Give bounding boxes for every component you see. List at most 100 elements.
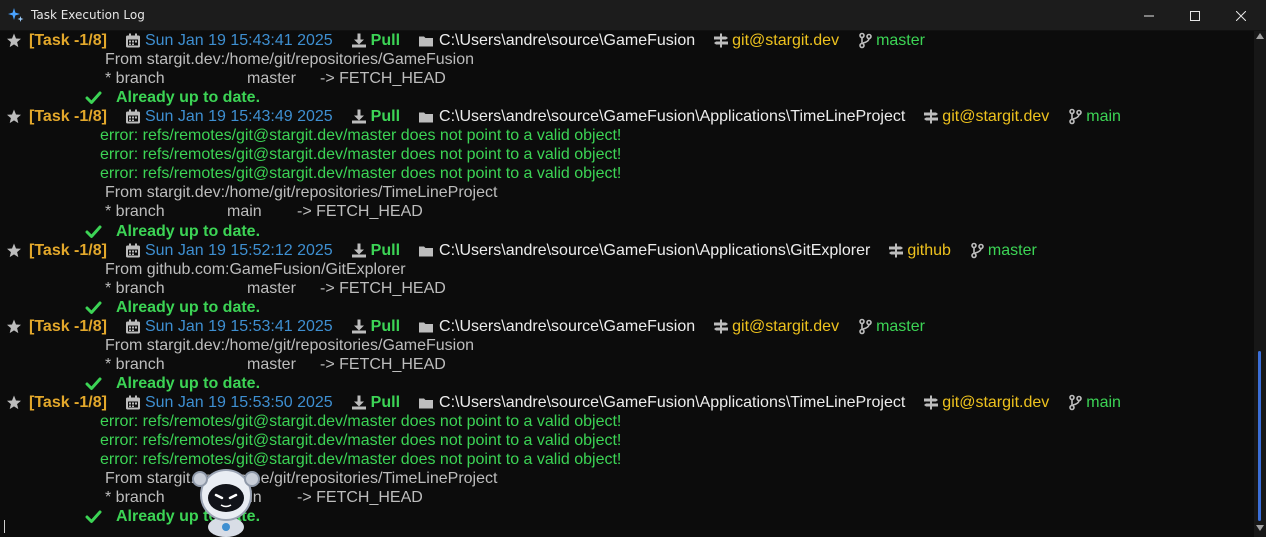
output-line: From stargit.dev:/home/git/repositories/… — [105, 469, 497, 488]
task-action: Pull — [370, 317, 401, 335]
output-text: From stargit.dev:/home/git/repositories/… — [105, 51, 475, 69]
signpost-icon — [924, 395, 939, 410]
signpost-icon — [714, 319, 729, 334]
ref-name: main — [227, 203, 262, 221]
ref-label: * branch — [105, 355, 165, 373]
git-remote: git@stargit.dev — [732, 317, 840, 335]
ref-name: master — [247, 279, 296, 297]
repo-path: C:\Users\andre\source\GameFusion — [439, 317, 696, 335]
error-text: error: refs/remotes/git@stargit.dev/mast… — [100, 413, 622, 430]
ref-label: * branch — [105, 203, 165, 221]
task-date: Sun Jan 19 15:52:12 2025 — [144, 241, 333, 259]
task-date: Sun Jan 19 15:43:49 2025 — [144, 108, 333, 126]
output-text: From github.com:GameFusion/GitExplorer — [105, 260, 406, 278]
check-icon — [85, 91, 102, 105]
task-action: Pull — [370, 32, 401, 49]
task-header-row[interactable]: [Task -1/8] Sun Jan 19 15:43:41 2025 Pull C… — [5, 31, 925, 50]
git-branch: main — [1086, 393, 1121, 411]
scroll-up-arrow-icon[interactable] — [1256, 33, 1264, 39]
success-text: Already up to date. — [116, 89, 261, 107]
scroll-thumb[interactable] — [1258, 351, 1261, 521]
astronaut-mascot-icon — [192, 469, 260, 537]
error-line: error: refs/remotes/git@stargit.dev/mast… — [100, 145, 621, 164]
calendar-icon — [125, 395, 140, 410]
success-line: Already up to date. — [84, 88, 260, 107]
calendar-icon — [125, 319, 140, 334]
error-line: error: refs/remotes/git@stargit.dev/mast… — [100, 431, 621, 450]
error-text: error: refs/remotes/git@stargit.dev/mast… — [100, 451, 622, 469]
check-icon — [85, 225, 102, 238]
download-icon — [351, 243, 366, 258]
task-header-row[interactable]: [Task -1/8] Sun Jan 19 15:53:41 2025 Pull C… — [5, 317, 925, 336]
output-line: From stargit.dev:/home/git/repositories/… — [105, 336, 474, 355]
download-icon — [351, 33, 366, 48]
error-text: error: refs/remotes/git@stargit.dev/mast… — [100, 127, 622, 145]
git-branch-icon — [1069, 394, 1083, 411]
error-line: error: refs/remotes/git@stargit.dev/mast… — [100, 450, 621, 469]
calendar-icon — [125, 33, 140, 48]
task-date: Sun Jan 19 15:53:50 2025 — [144, 393, 333, 411]
success-text: Already up to date. — [116, 222, 261, 240]
folder-icon — [419, 322, 434, 333]
task-label: [Task -1/8] — [29, 241, 107, 259]
git-branch-icon — [859, 32, 872, 49]
star-icon — [7, 395, 21, 410]
fetch-ref-line: * branch master -> FETCH_HEAD — [105, 69, 446, 88]
fetch-ref-line: * branch master -> FETCH_HEAD — [105, 279, 446, 298]
download-icon — [351, 319, 366, 334]
scroll-down-arrow-icon[interactable] — [1256, 525, 1264, 531]
minimize-icon — [1144, 15, 1154, 16]
output-line: From github.com:GameFusion/GitExplorer — [105, 260, 406, 279]
close-button[interactable] — [1218, 0, 1264, 31]
success-line: Already up to date. — [84, 298, 260, 317]
maximize-icon — [1190, 10, 1200, 21]
error-text: error: refs/remotes/git@stargit.dev/mast… — [100, 146, 622, 164]
download-icon — [351, 109, 366, 124]
git-remote: github — [907, 241, 951, 259]
text-cursor — [4, 520, 5, 533]
maximize-button[interactable] — [1172, 0, 1218, 31]
repo-path: C:\Users\andre\source\GameFusion\Applica… — [439, 393, 906, 411]
task-header-row[interactable]: [Task -1/8] Sun Jan 19 15:52:12 2025 Pull C… — [5, 241, 1037, 260]
git-branch-icon — [859, 318, 872, 335]
task-label: [Task -1/8] — [29, 32, 107, 49]
folder-icon — [419, 246, 434, 257]
close-icon — [1236, 10, 1246, 21]
folder-icon — [419, 112, 434, 123]
ref-label: * branch — [105, 279, 165, 297]
check-icon — [85, 377, 102, 390]
ref-target: -> FETCH_HEAD — [297, 203, 423, 221]
error-line: error: refs/remotes/git@stargit.dev/mast… — [100, 412, 621, 431]
task-label: [Task -1/8] — [29, 393, 107, 411]
error-line: error: refs/remotes/git@stargit.dev/mast… — [100, 164, 621, 183]
signpost-icon — [889, 243, 904, 258]
title-bar: Task Execution Log — [0, 0, 1266, 31]
error-text: error: refs/remotes/git@stargit.dev/mast… — [100, 432, 622, 450]
task-label: [Task -1/8] — [29, 108, 107, 126]
window-title: Task Execution Log — [31, 8, 145, 22]
vertical-scrollbar[interactable] — [1254, 31, 1266, 537]
git-branch: master — [876, 32, 925, 49]
task-label: [Task -1/8] — [29, 317, 107, 335]
git-remote: git@stargit.dev — [942, 108, 1050, 126]
fetch-ref-line: * branch main -> FETCH_HEAD — [105, 202, 423, 221]
minimize-button[interactable] — [1126, 0, 1172, 31]
task-date: Sun Jan 19 15:53:41 2025 — [144, 317, 333, 335]
sparkle-icon — [8, 8, 24, 22]
success-text: Already up to date. — [116, 374, 261, 392]
star-icon — [7, 243, 21, 257]
calendar-icon — [125, 109, 140, 124]
git-branch: master — [987, 241, 1037, 259]
task-header-row[interactable]: [Task -1/8] Sun Jan 19 15:53:50 2025 Pull C… — [5, 393, 1121, 412]
output-text: From stargit.dev:/home/git/repositories/… — [105, 184, 498, 202]
success-line: Already up to date. — [84, 222, 260, 241]
signpost-icon — [714, 33, 729, 48]
task-action: Pull — [370, 108, 401, 126]
output-text: From stargit.dev:/home/git/repositories/… — [105, 470, 498, 488]
task-header-row[interactable]: [Task -1/8] Sun Jan 19 15:43:49 2025 Pull C… — [5, 107, 1121, 126]
task-action: Pull — [370, 241, 401, 259]
output-text: From stargit.dev:/home/git/repositories/… — [105, 336, 475, 354]
ref-name: master — [247, 70, 296, 88]
fetch-ref-line: * branchmain-> FETCH_HEAD — [105, 488, 423, 507]
ref-target: -> FETCH_HEAD — [320, 279, 446, 297]
